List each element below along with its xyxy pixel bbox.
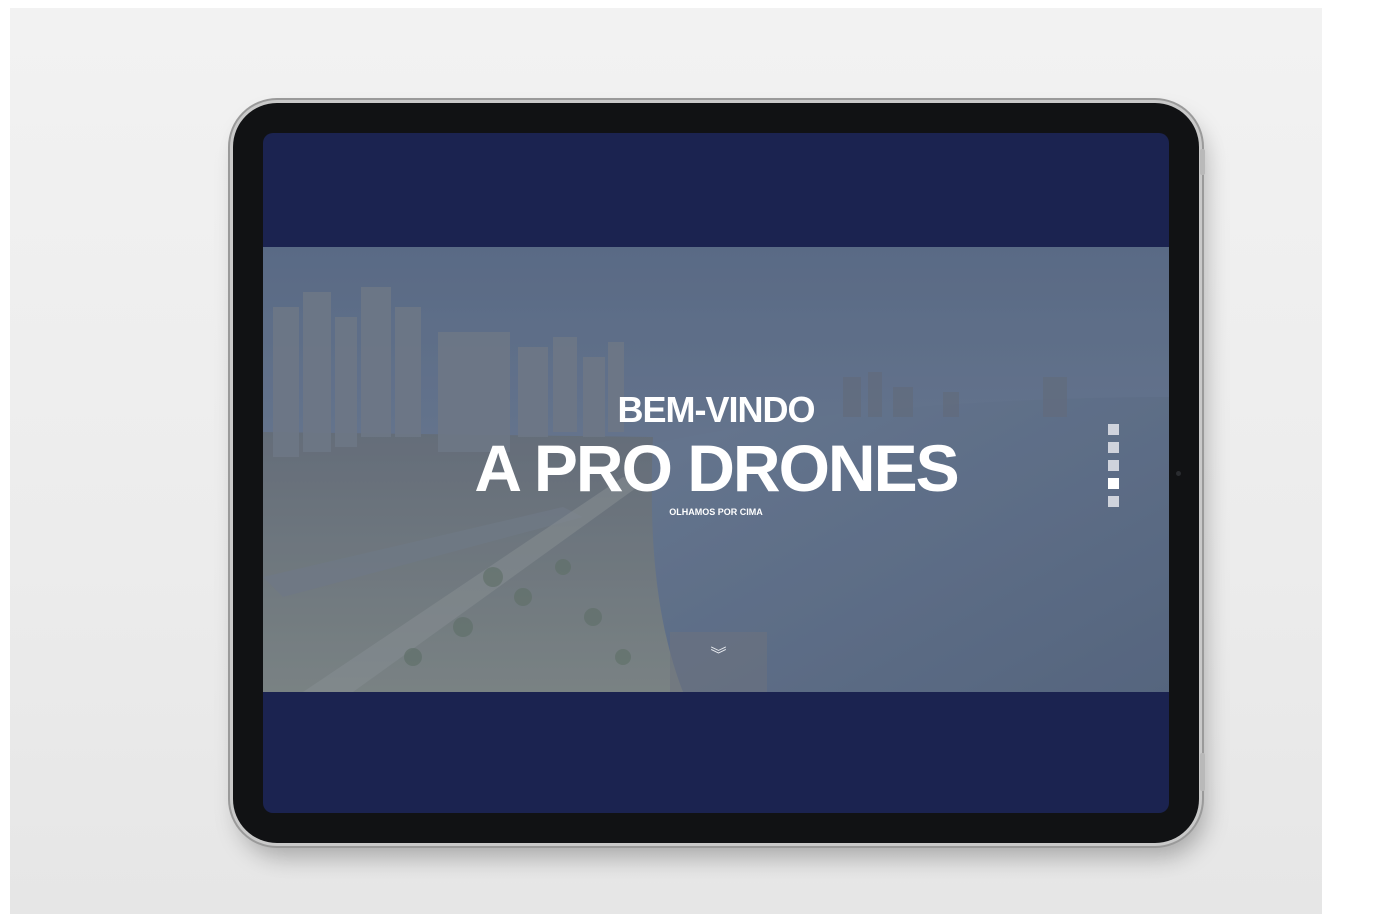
double-chevron-down-icon: ︾ — [710, 645, 727, 664]
tablet-device-frame: BEM-VINDO A PRO DRONES OLHAMOS POR CIMA … — [233, 103, 1205, 843]
hero-headline-brand: A PRO DRONES — [474, 431, 959, 505]
tablet-side-button — [1200, 149, 1205, 175]
section-dot-2[interactable] — [1108, 442, 1119, 453]
section-dot-1[interactable] — [1108, 424, 1119, 435]
hero-tagline: OLHAMOS POR CIMA — [669, 507, 763, 517]
scroll-down-button[interactable]: ︾ — [670, 632, 767, 692]
section-dot-3[interactable] — [1108, 460, 1119, 471]
hero-headline-welcome: BEM-VINDO — [617, 389, 816, 430]
section-navigation — [1108, 424, 1120, 514]
tablet-camera — [1176, 471, 1181, 476]
hero-section: BEM-VINDO A PRO DRONES OLHAMOS POR CIMA … — [263, 247, 1169, 692]
section-dot-4[interactable] — [1108, 478, 1119, 489]
tablet-volume-button — [1200, 753, 1205, 791]
section-dot-5[interactable] — [1108, 496, 1119, 507]
tablet-screen: BEM-VINDO A PRO DRONES OLHAMOS POR CIMA … — [263, 133, 1169, 813]
